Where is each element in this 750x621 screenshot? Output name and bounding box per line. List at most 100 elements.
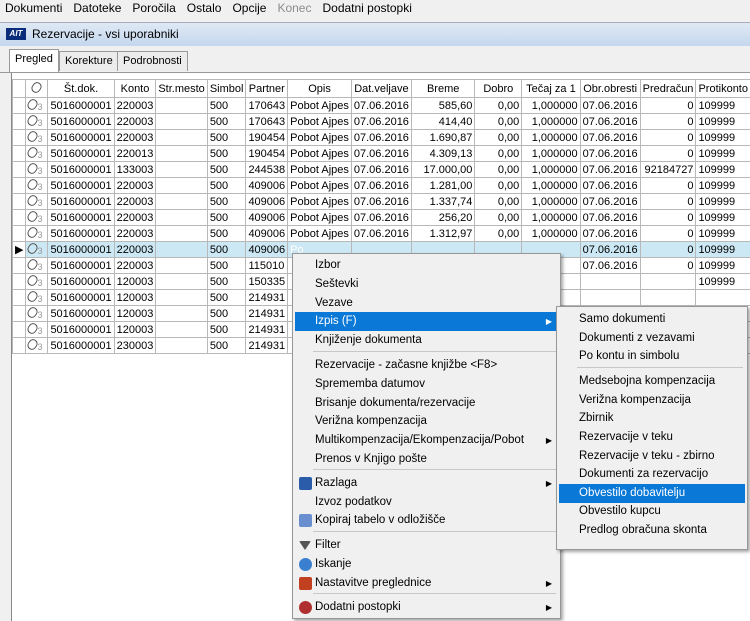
table-cell[interactable]: Pobot Ajpes (287, 177, 352, 194)
submenu-item[interactable]: Verižna kompenzacija (559, 391, 745, 410)
table-cell[interactable]: 220003 (113, 225, 157, 242)
table-cell[interactable] (155, 97, 208, 114)
table-cell[interactable]: 0,00 (474, 145, 523, 162)
table-cell[interactable] (155, 209, 208, 226)
table-cell[interactable]: 120003 (113, 321, 157, 338)
context-menu-item[interactable]: Multikompenzacija/Ekompenzacija/Pobot ▶ (295, 431, 558, 450)
context-menu-item[interactable]: Verižna kompenzacija (295, 412, 558, 431)
context-menu-item[interactable]: Izvoz podatkov (295, 493, 558, 512)
table-cell[interactable]: 1,000000 (521, 161, 581, 178)
menu-opcije[interactable]: Opcije (227, 0, 272, 16)
table-cell[interactable]: 0,00 (474, 177, 523, 194)
submenu-item[interactable]: Dokumenti z vezavami (559, 329, 745, 348)
submenu-item[interactable]: Medsebojna kompenzacija (559, 372, 745, 391)
table-cell[interactable]: 07.06.2016 (350, 97, 412, 114)
table-cell[interactable]: 109999 (695, 97, 750, 114)
table-cell[interactable]: 5016000001 (47, 113, 115, 130)
table-cell[interactable]: 1,000000 (521, 193, 581, 210)
table-cell[interactable]: 170643 (245, 113, 289, 130)
attachment-cell[interactable]: 3 (25, 161, 49, 178)
table-cell[interactable]: 109999 (695, 257, 750, 274)
table-cell[interactable]: 214931 (245, 321, 289, 338)
table-cell[interactable]: 5016000001 (47, 177, 115, 194)
table-cell[interactable]: 500 (206, 321, 247, 338)
attachment-cell[interactable]: 3 (25, 337, 49, 354)
table-cell[interactable]: Pobot Ajpes (287, 97, 352, 114)
table-cell[interactable]: 0,00 (474, 225, 523, 242)
table-cell[interactable]: 0,00 (474, 193, 523, 210)
table-cell[interactable]: 5016000001 (47, 257, 115, 274)
table-cell[interactable]: 500 (206, 209, 247, 226)
attachment-cell[interactable]: 3 (25, 241, 49, 258)
table-cell[interactable] (155, 161, 208, 178)
table-cell[interactable]: 07.06.2016 (579, 209, 641, 226)
table-cell[interactable]: 500 (206, 193, 247, 210)
tab-podrobnosti[interactable]: Podrobnosti (117, 51, 188, 71)
table-cell[interactable] (155, 129, 208, 146)
submenu-item[interactable]: Rezervacije v teku (559, 428, 745, 447)
header-obr-obresti[interactable]: Obr.obresti (579, 79, 641, 98)
table-cell[interactable]: 1.337,74 (410, 193, 476, 210)
table-cell[interactable]: 500 (206, 161, 247, 178)
table-cell[interactable]: 115010 (245, 257, 289, 274)
menu-ostalo[interactable]: Ostalo (182, 0, 228, 16)
table-cell[interactable]: 500 (206, 113, 247, 130)
table-cell[interactable] (695, 289, 750, 306)
submenu-item[interactable]: Dokumenti za rezervacijo (559, 465, 745, 484)
table-cell[interactable]: 120003 (113, 273, 157, 290)
context-menu-item[interactable]: Dodatni postopki ▶ (295, 598, 558, 617)
menu-porocila[interactable]: Poročila (127, 0, 181, 16)
table-cell[interactable]: 500 (206, 97, 247, 114)
table-cell[interactable]: 190454 (245, 129, 289, 146)
submenu-item[interactable]: Predlog obračuna skonta (559, 521, 745, 540)
table-cell[interactable]: 0 (639, 209, 697, 226)
table-cell[interactable]: 409006 (245, 225, 289, 242)
table-cell[interactable]: 0,00 (474, 129, 523, 146)
table-cell[interactable]: 0,00 (474, 161, 523, 178)
table-cell[interactable] (579, 289, 641, 306)
table-cell[interactable]: 214931 (245, 289, 289, 306)
header-st-dok[interactable]: Št.dok. (47, 79, 115, 98)
table-cell[interactable]: Pobot Ajpes (287, 161, 352, 178)
table-cell[interactable]: 5016000001 (47, 273, 115, 290)
table-cell[interactable]: 1,000000 (521, 145, 581, 162)
table-cell[interactable]: 1,000000 (521, 97, 581, 114)
context-menu-item[interactable]: Knjiženje dokumenta (295, 331, 558, 350)
table-cell[interactable]: 92184727 (639, 161, 697, 178)
table-cell[interactable]: 0 (639, 177, 697, 194)
header-partner[interactable]: Partner (245, 79, 289, 98)
menu-datoteke[interactable]: Datoteke (68, 0, 127, 16)
table-cell[interactable]: Pobot Ajpes (287, 129, 352, 146)
table-cell[interactable]: 190454 (245, 145, 289, 162)
table-row[interactable]: 3 5016000001 220013 500 190454 Pobot Ajpes 07.… (11, 145, 750, 162)
table-cell[interactable]: 414,40 (410, 113, 476, 130)
table-cell[interactable]: 07.06.2016 (350, 161, 412, 178)
table-cell[interactable]: 0 (639, 145, 697, 162)
table-cell[interactable]: 220003 (113, 113, 157, 130)
table-cell[interactable]: 500 (206, 337, 247, 354)
table-cell[interactable]: 409006 (245, 177, 289, 194)
table-cell[interactable]: 07.06.2016 (350, 177, 412, 194)
table-row[interactable]: 3 5016000001 220003 500 409006 Pobot Ajpes 07.… (11, 225, 750, 242)
table-cell[interactable]: 0 (639, 225, 697, 242)
table-cell[interactable]: 244538 (245, 161, 289, 178)
table-cell[interactable] (579, 273, 641, 290)
table-cell[interactable] (155, 257, 208, 274)
table-cell[interactable]: 1.690,87 (410, 129, 476, 146)
table-cell[interactable]: 5016000001 (47, 241, 115, 258)
table-cell[interactable]: 220003 (113, 257, 157, 274)
context-menu-item[interactable]: Kopiraj tabelo v odložišče (295, 511, 558, 530)
table-cell[interactable]: 1.312,97 (410, 225, 476, 242)
table-cell[interactable]: Pobot Ajpes (287, 113, 352, 130)
table-cell[interactable] (155, 113, 208, 130)
table-cell[interactable]: 5016000001 (47, 97, 115, 114)
table-row[interactable]: 3 5016000001 220003 500 170643 Pobot Ajpes 07.… (11, 113, 750, 130)
table-cell[interactable]: 07.06.2016 (350, 129, 412, 146)
table-row[interactable]: 3 5016000001 220003 500 409006 Pobot Ajpes 07.… (11, 209, 750, 226)
table-cell[interactable]: 220003 (113, 209, 157, 226)
attachment-cell[interactable]: 3 (25, 257, 49, 274)
table-cell[interactable] (639, 289, 697, 306)
context-menu-item[interactable]: Prenos v Knjigo pošte (295, 450, 558, 469)
table-cell[interactable]: 0 (639, 97, 697, 114)
table-cell[interactable] (155, 305, 208, 322)
